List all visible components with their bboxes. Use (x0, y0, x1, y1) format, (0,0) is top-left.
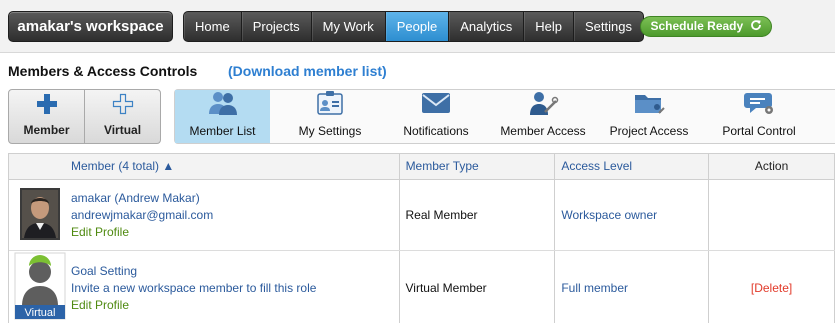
member-email: andrewjmakar@gmail.com (71, 208, 214, 222)
tab-member-list[interactable]: Member List (175, 90, 270, 143)
action-cell: [Delete] (709, 251, 835, 323)
table-row: amakar (Andrew Makar) andrewjmakar@gmail… (9, 180, 835, 251)
plus-solid-icon (36, 93, 58, 118)
tab-portal-control-label: Portal Control (722, 124, 796, 138)
member-description: Invite a new workspace member to fill th… (71, 280, 317, 295)
add-member-group: Member Virtual (8, 89, 161, 144)
column-header-member-type[interactable]: Member Type (400, 154, 556, 179)
delete-button[interactable]: [Delete] (751, 281, 792, 295)
avatar-cell (9, 180, 71, 250)
member-name[interactable]: Goal Setting (71, 264, 316, 278)
tab-project-access-label: Project Access (609, 124, 689, 138)
people-icon (207, 90, 239, 119)
edit-profile-link[interactable]: Edit Profile (71, 225, 213, 239)
table-row: Virtual Goal Setting Invite a new worksp… (9, 251, 835, 323)
member-name[interactable]: amakar (Andrew Makar) (71, 191, 213, 205)
tab-project-access[interactable]: Project Access (604, 90, 694, 143)
tab-member-access-label: Member Access (500, 124, 586, 138)
nav-analytics[interactable]: Analytics (449, 12, 525, 41)
members-table: Member (4 total) ▲ Member Type Access Le… (8, 153, 835, 323)
refresh-icon (750, 17, 762, 36)
add-virtual-label: Virtual (103, 123, 142, 137)
add-member-label: Member (23, 123, 70, 137)
people-toolbar: Member List My Settings Notifications Me… (174, 89, 835, 144)
schedule-status-button[interactable]: Schedule Ready (640, 16, 772, 37)
top-bar: amakar's workspace Home Projects My Work… (0, 0, 835, 53)
edit-profile-link[interactable]: Edit Profile (71, 298, 316, 312)
envelope-icon (420, 90, 452, 119)
add-member-button[interactable]: Member (9, 90, 84, 143)
access-level-cell: Workspace owner (555, 180, 710, 250)
access-level-cell: Full member (555, 251, 710, 323)
avatar[interactable] (20, 187, 60, 243)
folder-user-icon (633, 90, 665, 119)
column-header-member[interactable]: Member (4 total) ▲ (9, 154, 400, 179)
tab-member-list-label: Member List (189, 124, 256, 138)
nav-people[interactable]: People (385, 12, 450, 41)
download-member-list-link[interactable]: (Download member list) (228, 63, 387, 79)
page-title: Members & Access Controls (8, 63, 198, 79)
tab-portal-control[interactable]: Portal Control (694, 90, 824, 143)
nav-projects[interactable]: Projects (242, 12, 312, 41)
plus-outline-icon (112, 93, 134, 118)
id-card-icon (315, 90, 345, 119)
nav-help[interactable]: Help (524, 12, 574, 41)
action-cell (709, 180, 835, 250)
member-info: Goal Setting Invite a new workspace memb… (71, 251, 316, 323)
schedule-status-label: Schedule Ready (650, 19, 744, 33)
tab-my-settings[interactable]: My Settings (270, 90, 390, 143)
main-nav: Home Projects My Work People Analytics H… (183, 11, 644, 42)
user-key-icon (527, 90, 559, 119)
tab-member-access[interactable]: Member Access (482, 90, 604, 143)
nav-home[interactable]: Home (184, 12, 242, 41)
tab-notifications[interactable]: Notifications (390, 90, 482, 143)
column-header-access-level[interactable]: Access Level (555, 154, 710, 179)
chat-gear-icon (743, 90, 775, 119)
nav-my-work[interactable]: My Work (312, 12, 386, 41)
tab-notifications-label: Notifications (403, 124, 469, 138)
member-type-cell: Virtual Member (400, 251, 556, 323)
avatar-badge-label: Virtual (25, 307, 56, 319)
member-info: amakar (Andrew Makar) andrewjmakar@gmail… (71, 180, 213, 250)
avatar-cell: Virtual (9, 251, 71, 323)
add-virtual-button[interactable]: Virtual (84, 90, 160, 143)
column-header-action: Action (709, 154, 835, 179)
member-type-cell: Real Member (400, 180, 556, 250)
avatar[interactable]: Virtual (14, 252, 66, 323)
workspace-title-button[interactable]: amakar's workspace (8, 11, 173, 42)
table-header: Member (4 total) ▲ Member Type Access Le… (9, 154, 835, 180)
member-cell: Virtual Goal Setting Invite a new worksp… (9, 251, 400, 323)
tab-my-settings-label: My Settings (298, 124, 362, 138)
nav-settings[interactable]: Settings (574, 12, 643, 41)
member-cell: amakar (Andrew Makar) andrewjmakar@gmail… (9, 180, 400, 250)
